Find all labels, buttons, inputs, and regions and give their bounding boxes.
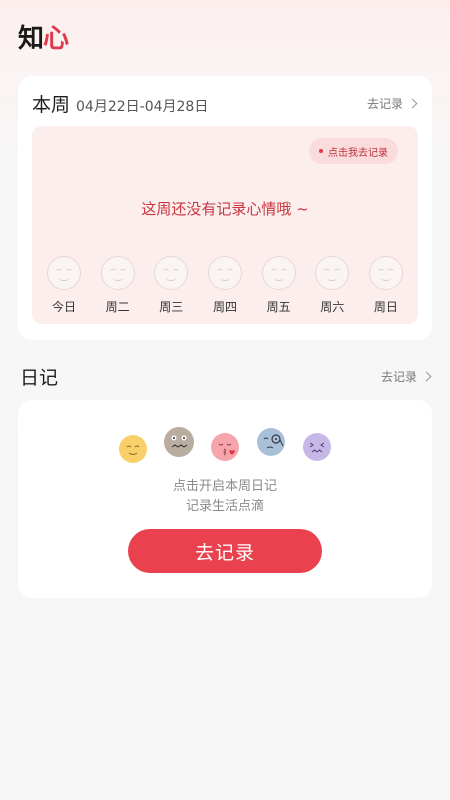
week-record-link[interactable]: 去记录 xyxy=(366,95,418,112)
day-label: 周三 xyxy=(159,300,184,314)
app-logo: 知心 xyxy=(18,18,69,55)
week-title: 本周 xyxy=(32,94,71,116)
face-placeholder-icon xyxy=(47,256,81,290)
face-placeholder-icon xyxy=(100,256,135,290)
day-thu[interactable]: 周四 xyxy=(205,256,245,315)
day-tue[interactable]: 周二 xyxy=(98,256,138,315)
day-label: 周六 xyxy=(320,300,345,314)
week-header: 本周 04月22日-04月28日 xyxy=(32,90,208,117)
week-record-link-label: 去记录 xyxy=(366,97,403,111)
day-wed[interactable]: 周三 xyxy=(151,256,191,315)
empty-mood-message: 这周还没有记录心情哦 ~ xyxy=(141,200,309,218)
emoji-row xyxy=(118,426,332,466)
day-label: 周日 xyxy=(373,300,398,314)
worried-gray-icon xyxy=(163,426,195,458)
mood-panel[interactable]: 点击我去记录 这周还没有记录心情哦 ~ 今日 周二 周三 周四 周五 周六 周日 xyxy=(32,126,418,324)
day-today[interactable]: 今日 xyxy=(44,256,84,315)
chevron-right-icon xyxy=(407,98,418,109)
squint-purple-icon xyxy=(302,432,332,462)
day-sun[interactable]: 周日 xyxy=(366,256,406,315)
diary-section-title: 日记 xyxy=(20,367,59,389)
logo-accent: 心 xyxy=(43,24,69,54)
face-placeholder-icon xyxy=(207,256,242,290)
diary-record-link[interactable]: 去记录 xyxy=(380,368,432,385)
day-label: 周二 xyxy=(105,300,130,314)
record-hint-bubble[interactable]: 点击我去记录 xyxy=(309,138,398,164)
diary-card: 点击开启本周日记 记录生活点滴 去记录 xyxy=(18,400,432,598)
face-placeholder-icon xyxy=(261,256,296,290)
week-date-range: 04月22日-04月28日 xyxy=(76,99,209,115)
weekday-row: 今日 周二 周三 周四 周五 周六 周日 xyxy=(44,256,406,315)
diary-hint-line1: 点击开启本周日记 xyxy=(172,479,277,494)
day-fri[interactable]: 周五 xyxy=(259,256,299,315)
day-sat[interactable]: 周六 xyxy=(312,256,352,315)
face-placeholder-icon xyxy=(368,256,403,290)
day-label: 今日 xyxy=(51,300,76,314)
diary-record-link-label: 去记录 xyxy=(380,370,417,384)
face-placeholder-icon xyxy=(154,256,189,290)
logo-main: 知 xyxy=(18,24,44,54)
go-record-button[interactable]: 去记录 xyxy=(128,529,322,573)
kiss-pink-icon xyxy=(210,432,240,462)
diary-hint-line2: 记录生活点滴 xyxy=(185,499,264,514)
week-card: 本周 04月22日-04月28日 去记录 点击我去记录 这周还没有记录心情哦 ~… xyxy=(18,76,432,340)
record-hint-label: 点击我去记录 xyxy=(328,147,388,159)
day-label: 周五 xyxy=(266,300,291,314)
face-placeholder-icon xyxy=(315,256,350,290)
chevron-right-icon xyxy=(421,371,432,382)
monocle-blue-icon xyxy=(256,426,288,458)
day-label: 周四 xyxy=(212,300,237,314)
smile-yellow-icon xyxy=(118,434,148,464)
dot-icon xyxy=(319,149,323,153)
